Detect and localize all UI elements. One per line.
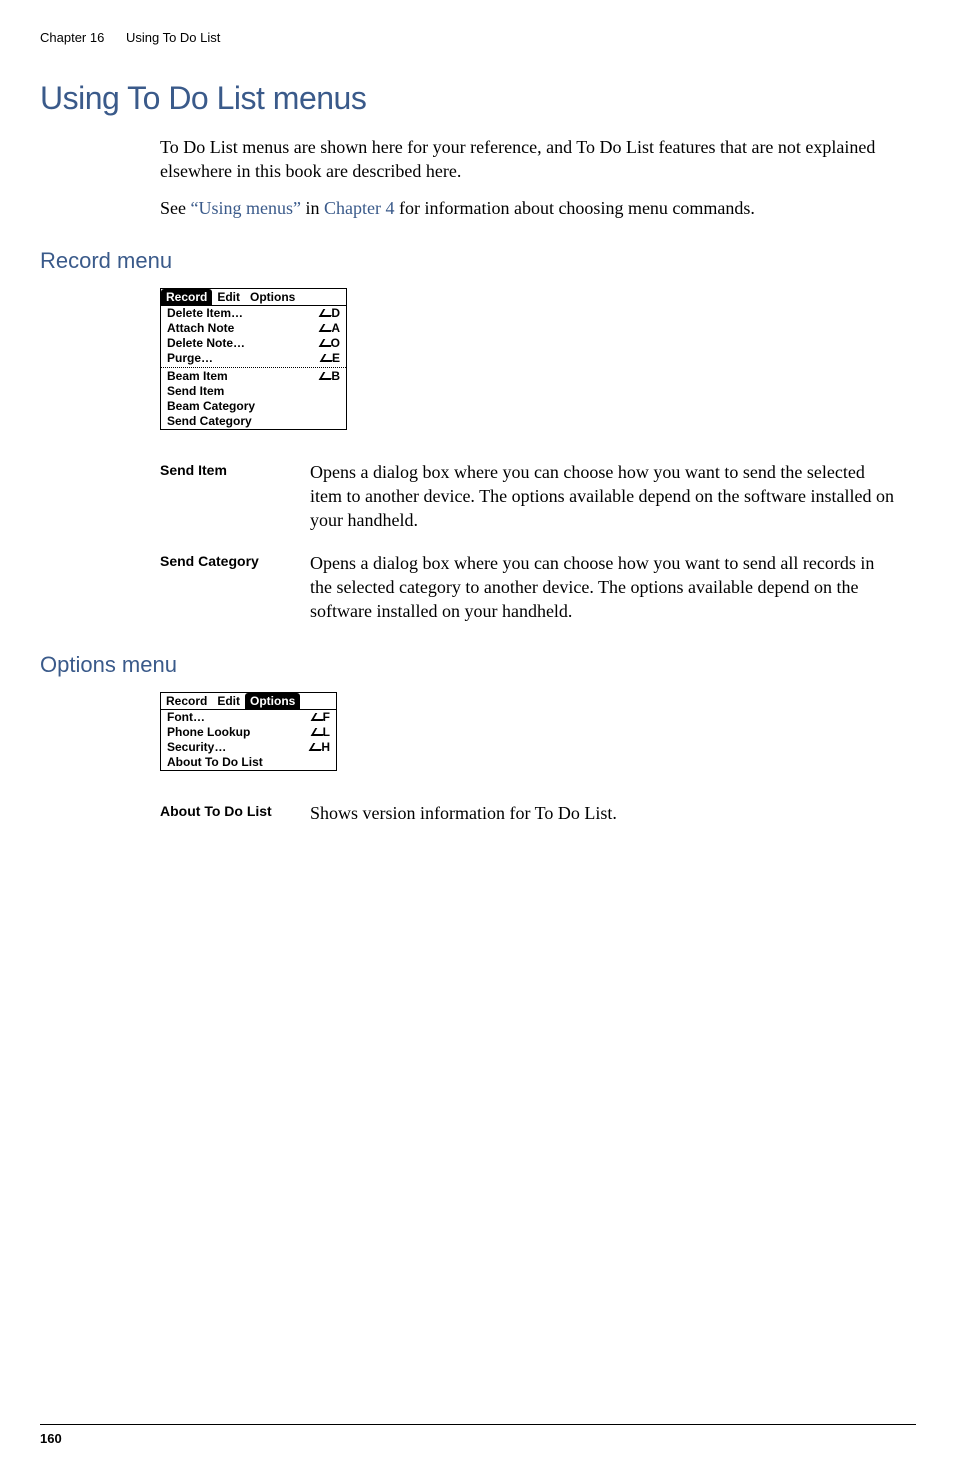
chapter-title: Using To Do List (126, 30, 220, 45)
palm-menu-record: Record Edit Options Delete Item… D Attac… (160, 288, 347, 430)
running-header: Chapter 16 Using To Do List (40, 30, 916, 45)
menu-item-attach-note: Attach Note A (161, 321, 346, 336)
menu-item-purge: Purge… E (161, 351, 346, 366)
menubar-record: Record (161, 289, 212, 305)
def-desc: Shows version information for To Do List… (310, 801, 617, 825)
stroke-icon (320, 338, 330, 348)
link-chapter-4[interactable]: Chapter 4 (324, 198, 394, 218)
menubar-options: Options (245, 693, 300, 709)
def-term: About To Do List (160, 801, 310, 825)
menu-item-send-category: Send Category (161, 414, 346, 429)
palm-dropdown-record: Delete Item… D Attach Note A Delete Note… (161, 306, 346, 429)
record-menu-figure: Record Edit Options Delete Item… D Attac… (160, 288, 916, 430)
stroke-icon (320, 308, 330, 318)
menubar-options: Options (245, 289, 300, 305)
menu-item-beam-item: Beam Item B (161, 369, 346, 384)
options-definitions: About To Do List Shows version informati… (160, 801, 896, 825)
menu-separator (161, 367, 346, 368)
page-title: Using To Do List menus (40, 80, 916, 117)
menu-item-security: Security… H (161, 740, 336, 755)
menu-item-phone-lookup: Phone Lookup L (161, 725, 336, 740)
menu-item-send-item: Send Item (161, 384, 346, 399)
stroke-icon (312, 712, 322, 722)
def-send-item: Send Item Opens a dialog box where you c… (160, 460, 896, 533)
stroke-icon (310, 742, 320, 752)
palm-menubar: Record Edit Options (161, 693, 336, 710)
menu-item-beam-category: Beam Category (161, 399, 346, 414)
link-using-menus[interactable]: “Using menus” (191, 198, 301, 218)
menubar-edit: Edit (212, 289, 245, 305)
def-term: Send Category (160, 551, 310, 624)
page-footer: 160 (40, 1424, 916, 1446)
stroke-icon (320, 371, 330, 381)
record-definitions: Send Item Opens a dialog box where you c… (160, 460, 896, 624)
menu-item-about-todo: About To Do List (161, 755, 336, 770)
menu-item-delete-note: Delete Note… O (161, 336, 346, 351)
options-menu-figure: Record Edit Options Font… F Phone Lookup… (160, 692, 916, 771)
options-menu-heading: Options menu (40, 652, 916, 678)
palm-dropdown-options: Font… F Phone Lookup L Security… H About… (161, 710, 336, 770)
palm-menubar: Record Edit Options (161, 289, 346, 306)
def-term: Send Item (160, 460, 310, 533)
def-desc: Opens a dialog box where you can choose … (310, 551, 896, 624)
record-menu-heading: Record menu (40, 248, 916, 274)
intro-paragraph-1: To Do List menus are shown here for your… (160, 135, 896, 184)
stroke-icon (321, 353, 331, 363)
def-about-todo: About To Do List Shows version informati… (160, 801, 896, 825)
stroke-icon (320, 323, 330, 333)
def-send-category: Send Category Opens a dialog box where y… (160, 551, 896, 624)
menu-item-delete-item: Delete Item… D (161, 306, 346, 321)
menubar-edit: Edit (212, 693, 245, 709)
menu-item-font: Font… F (161, 710, 336, 725)
palm-menu-options: Record Edit Options Font… F Phone Lookup… (160, 692, 337, 771)
def-desc: Opens a dialog box where you can choose … (310, 460, 896, 533)
intro-paragraph-2: See “Using menus” in Chapter 4 for infor… (160, 196, 896, 220)
page-number: 160 (40, 1431, 62, 1446)
stroke-icon (312, 727, 322, 737)
chapter-label: Chapter 16 (40, 30, 104, 45)
menubar-record: Record (161, 693, 212, 709)
